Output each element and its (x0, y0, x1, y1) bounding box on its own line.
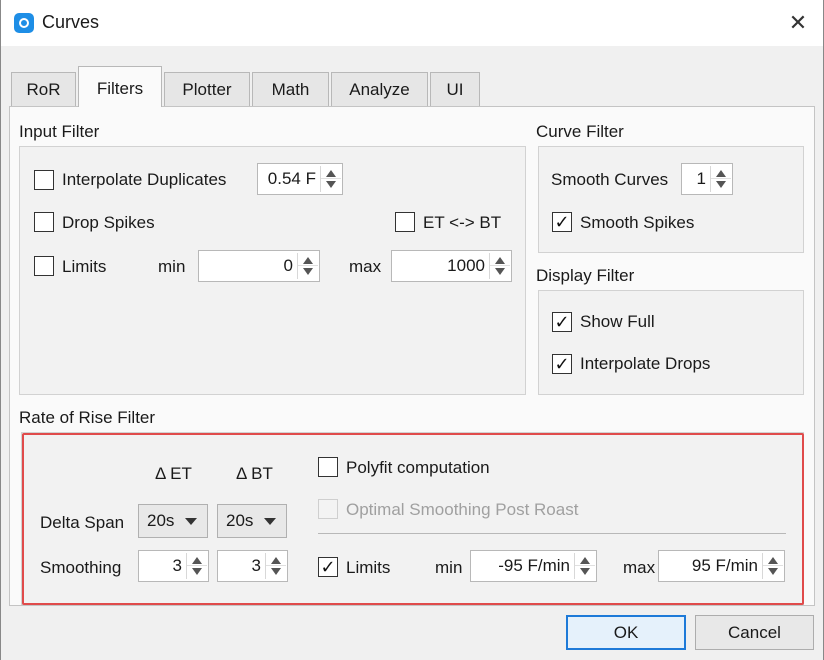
spin-arrows-icon[interactable] (710, 166, 731, 192)
spinbox-value: 3 (172, 556, 182, 575)
cancel-button[interactable]: Cancel (695, 615, 814, 650)
spinbox-value: 3 (251, 556, 261, 575)
et-bt-swap-label: ET <-> BT (423, 213, 502, 232)
chevron-down-icon (264, 518, 276, 525)
display-filter-title: Display Filter (536, 266, 635, 285)
drop-spikes-checkbox[interactable] (34, 212, 54, 232)
curve-filter-group (538, 146, 804, 253)
ror-limits-min-label: min (435, 558, 463, 577)
ror-filter-title: Rate of Rise Filter (19, 408, 156, 427)
interpolate-drops-checkbox[interactable]: ✓ (552, 354, 572, 374)
tab-math[interactable]: Math (252, 72, 329, 106)
tab-ui[interactable]: UI (430, 72, 480, 106)
smoothing-et-spinbox[interactable]: 3 (138, 550, 209, 582)
spin-arrows-icon[interactable] (762, 553, 783, 579)
interpolate-duplicates-checkbox[interactable] (34, 170, 54, 190)
ror-limits-label: Limits (346, 558, 391, 577)
delta-span-et-select[interactable]: 20s (138, 504, 208, 538)
input-limits-min-label: min (158, 257, 186, 276)
app-logo-icon (14, 13, 34, 33)
tab-ror[interactable]: RoR (11, 72, 76, 106)
input-limits-label: Limits (62, 257, 107, 276)
delta-bt-column-label: Δ BT (236, 464, 273, 483)
spin-arrows-icon[interactable] (574, 553, 595, 579)
interpolate-duplicates-label: Interpolate Duplicates (62, 170, 227, 189)
smoothing-bt-spinbox[interactable]: 3 (217, 550, 288, 582)
input-limits-min-spinbox[interactable]: 0 (198, 250, 320, 282)
input-limits-checkbox[interactable] (34, 256, 54, 276)
chevron-down-icon (185, 518, 197, 525)
polyfit-checkbox[interactable] (318, 457, 338, 477)
drop-spikes-label: Drop Spikes (62, 213, 155, 232)
spinbox-value: 0.54 F (267, 169, 316, 188)
delta-span-label: Delta Span (40, 513, 125, 532)
ror-limits-max-spinbox[interactable]: 95 F/min (658, 550, 785, 582)
spinbox-value: 95 F/min (691, 556, 758, 575)
smooth-spikes-checkbox[interactable]: ✓ (552, 212, 572, 232)
spinbox-value: 0 (283, 256, 293, 275)
delta-et-column-label: Δ ET (155, 464, 192, 483)
spinbox-value: 1 (696, 169, 706, 188)
display-filter-group (538, 290, 804, 395)
ror-divider (318, 533, 786, 534)
ror-limits-min-spinbox[interactable]: -95 F/min (470, 550, 597, 582)
spin-arrows-icon[interactable] (297, 253, 318, 279)
select-value: 20s (226, 511, 254, 530)
smooth-curves-spinbox[interactable]: 1 (681, 163, 733, 195)
close-icon[interactable]: ✕ (778, 4, 818, 42)
polyfit-label: Polyfit computation (346, 458, 490, 477)
spin-arrows-icon[interactable] (186, 553, 207, 579)
spinbox-value: 1000 (447, 256, 485, 275)
input-limits-max-label: max (349, 257, 382, 276)
ror-limits-max-label: max (623, 558, 656, 577)
smoothing-label: Smoothing (40, 558, 122, 577)
ror-limits-checkbox[interactable]: ✓ (318, 557, 338, 577)
select-value: 20s (147, 511, 175, 530)
input-filter-title: Input Filter (19, 122, 100, 141)
optimal-smoothing-checkbox (318, 499, 338, 519)
et-bt-swap-checkbox[interactable] (395, 212, 415, 232)
title-bar (0, 0, 824, 46)
window-title: Curves (42, 12, 100, 32)
spin-arrows-icon[interactable] (265, 553, 286, 579)
curve-filter-title: Curve Filter (536, 122, 624, 141)
tab-filters[interactable]: Filters (78, 66, 162, 107)
smooth-curves-label: Smooth Curves (551, 170, 669, 189)
delta-span-bt-select[interactable]: 20s (217, 504, 287, 538)
show-full-checkbox[interactable]: ✓ (552, 312, 572, 332)
show-full-label: Show Full (580, 312, 655, 331)
interpolate-drops-label: Interpolate Drops (580, 354, 711, 373)
optimal-smoothing-label: Optimal Smoothing Post Roast (346, 500, 579, 519)
smooth-spikes-label: Smooth Spikes (580, 213, 695, 232)
spinbox-value: -95 F/min (498, 556, 570, 575)
tab-plotter[interactable]: Plotter (164, 72, 250, 106)
input-limits-max-spinbox[interactable]: 1000 (391, 250, 512, 282)
spin-arrows-icon[interactable] (489, 253, 510, 279)
interpolate-duplicates-spinbox[interactable]: 0.54 F (257, 163, 343, 195)
spin-arrows-icon[interactable] (320, 166, 341, 192)
tab-analyze[interactable]: Analyze (331, 72, 428, 106)
window-frame-left (0, 0, 1, 660)
ok-button[interactable]: OK (566, 615, 686, 650)
